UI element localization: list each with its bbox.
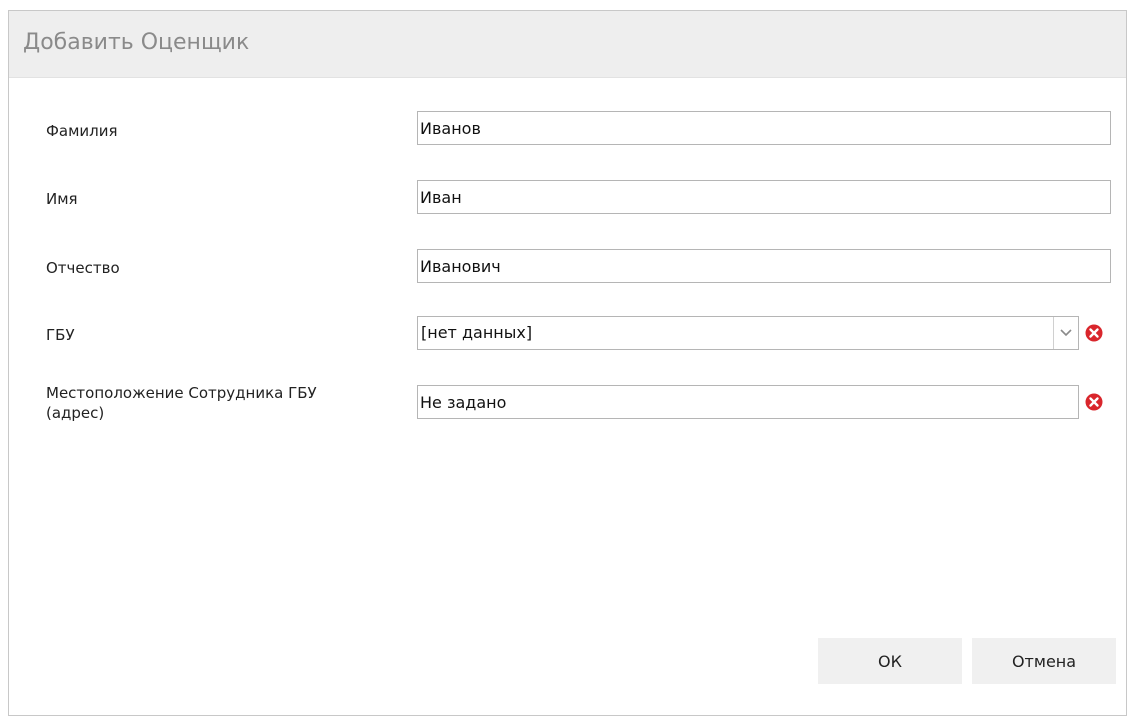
patronymic-input[interactable]: [417, 249, 1111, 283]
patronymic-label: Отчество: [46, 259, 120, 277]
cancel-button[interactable]: Отмена: [972, 638, 1116, 684]
last-name-input[interactable]: [417, 111, 1111, 145]
gbu-select[interactable]: [нет данных]: [417, 316, 1079, 350]
location-input[interactable]: [417, 385, 1079, 419]
gbu-clear-icon[interactable]: [1085, 324, 1103, 342]
location-label-line2: (адрес): [46, 404, 105, 422]
last-name-label: Фамилия: [46, 122, 118, 140]
first-name-input[interactable]: [417, 180, 1111, 214]
location-clear-icon[interactable]: [1085, 393, 1103, 411]
dialog-header: Добавить Оценщик: [9, 11, 1126, 78]
gbu-select-value: [нет данных]: [421, 323, 533, 342]
location-label-line1: Местоположение Сотрудника ГБУ: [46, 384, 317, 402]
chevron-down-icon[interactable]: [1053, 317, 1078, 349]
gbu-label: ГБУ: [46, 326, 75, 344]
first-name-label: Имя: [46, 190, 78, 208]
ok-button[interactable]: ОК: [818, 638, 962, 684]
dialog-title: Добавить Оценщик: [23, 30, 250, 55]
add-appraiser-dialog: Добавить Оценщик Фамилия Имя Отчество ГБ…: [8, 10, 1127, 716]
